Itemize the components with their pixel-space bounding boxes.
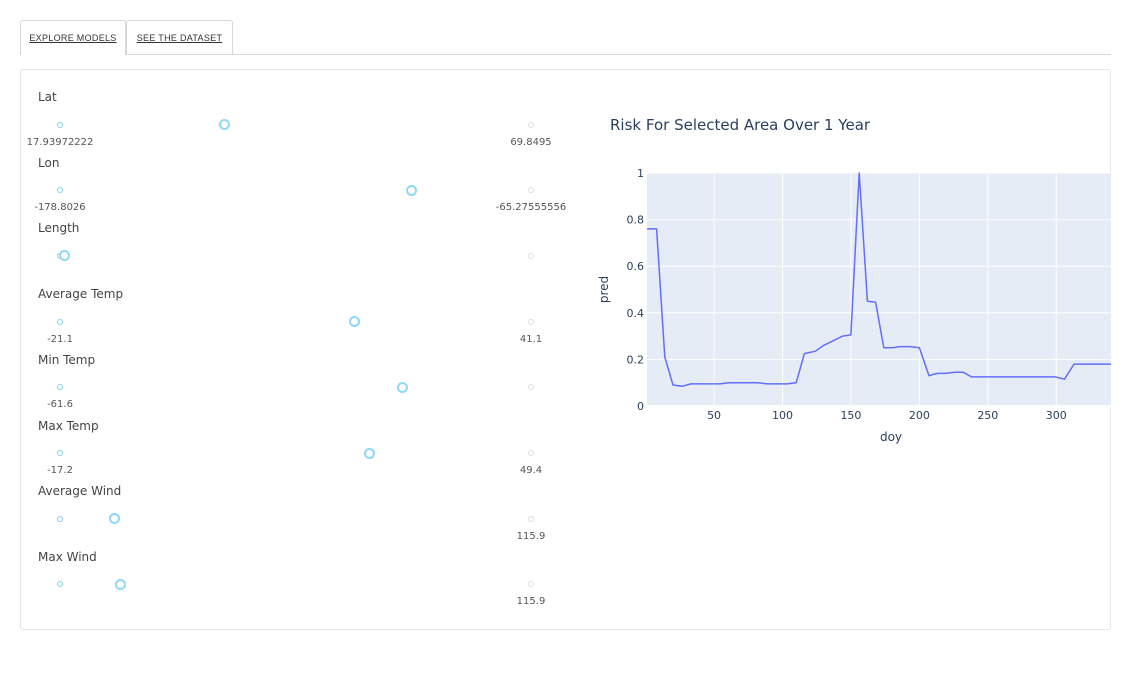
slider-max-label-average-wind: 115.9 [516, 530, 546, 542]
tab-bar: EXPLORE MODELS SEE THE DATASET [20, 20, 1111, 55]
slider-handle-min-temp[interactable] [397, 381, 409, 393]
slider-label-lat: Lat [38, 90, 57, 104]
slider-min-label-lat: 17.93972222 [26, 136, 94, 148]
slider-max-mark-average-wind [528, 515, 534, 522]
slider-min-label-min-temp: -61.6 [47, 399, 73, 411]
slider-label-max-wind: Max Wind [38, 549, 97, 564]
slider-label-min-temp: Min Temp [38, 352, 96, 367]
slider-min-label-lon: -178.8026 [34, 202, 86, 214]
slider-max-label-max-wind: 115.9 [516, 596, 546, 608]
slider-max-label-average-temp: 41.1 [519, 333, 543, 345]
slider-min-label-average-temp: -21.1 [47, 333, 73, 345]
slider-max-mark-lat [528, 121, 534, 128]
slider-handle-max-temp[interactable] [363, 447, 375, 459]
slider-min-mark-lat [57, 121, 63, 128]
slider-label-average-temp: Average Temp [38, 287, 124, 302]
slider-min-label-max-temp: -17.2 [47, 465, 73, 476]
slider-label-max-temp: Max Temp [38, 418, 99, 433]
slider-max-label-lat: 69.8495 [510, 136, 552, 148]
slider-label-length: Length [38, 221, 80, 236]
slider-handle-lon[interactable] [405, 184, 417, 196]
slider-label-lon: Lon [38, 155, 60, 170]
explore-models-panel [20, 69, 1111, 630]
slider-max-label-lon: -65.27555556 [495, 202, 567, 214]
slider-max-mark-average-temp [528, 318, 534, 325]
slider-min-mark-max-temp [57, 450, 63, 456]
slider-min-mark-average-temp [57, 318, 63, 325]
slider-handle-lat[interactable] [218, 119, 230, 130]
slider-handle-average-temp[interactable] [348, 316, 360, 328]
slider-label-average-wind: Average Wind [38, 484, 122, 499]
slider-max-label-max-temp: 49.4 [519, 465, 543, 476]
slider-max-mark-length [528, 252, 534, 259]
slider-max-mark-max-temp [528, 450, 534, 456]
tab-explore-models[interactable]: EXPLORE MODELS [20, 20, 126, 55]
tab-see-the-dataset[interactable]: SEE THE DATASET [126, 20, 233, 54]
slider-min-mark-average-wind [57, 515, 63, 522]
